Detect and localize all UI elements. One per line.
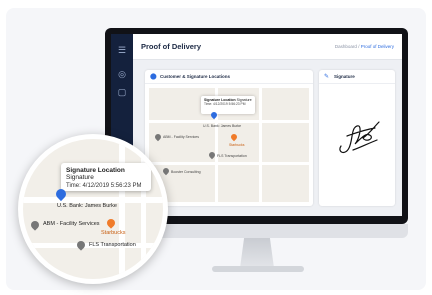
signature-image — [339, 121, 380, 154]
page-title: Proof of Delivery — [141, 42, 202, 51]
signature-panel-header: ✎ Signature — [319, 70, 395, 84]
magnified-poi-starbucks[interactable]: Starbucks — [101, 230, 125, 236]
starbucks-pin-icon — [229, 132, 239, 142]
poi-pin-icon — [29, 219, 41, 231]
monitor-stand-foot — [212, 266, 304, 272]
magnified-poi-customer[interactable]: U.S. Bank: James Burke — [57, 203, 117, 209]
map-magnifier: Signature Location Signature Time: 4/12/… — [18, 134, 168, 284]
breadcrumb-current: Proof of Delivery — [360, 44, 394, 49]
top-bar: Proof of Delivery Dashboard / Proof of D… — [133, 34, 402, 60]
map-popup-small: Signature Location Signature Time: 4/12/… — [201, 96, 255, 114]
document-icon[interactable]: ▢ — [116, 86, 128, 98]
magnified-poi-facility[interactable]: ABM - Facility Services — [43, 221, 100, 227]
poi-pin-icon — [75, 239, 87, 251]
breadcrumb-dashboard[interactable]: Dashboard — [335, 44, 357, 49]
poi-customer[interactable]: U.S. Bank: James Burke — [203, 124, 241, 128]
map-popup-large: Signature Location Signature Time: 4/12/… — [61, 163, 151, 191]
magnified-road — [119, 139, 125, 279]
menu-icon[interactable]: ☰ — [116, 44, 128, 56]
popup-time: Time: 4/12/2019 5:56:23 PM — [204, 102, 246, 106]
breadcrumb-separator: / — [358, 44, 360, 49]
poi-booster[interactable]: Booster Consulting — [171, 170, 201, 174]
poi-facility[interactable]: ABM - Facility Services — [163, 135, 199, 139]
pen-icon: ✎ — [324, 74, 330, 80]
signature-panel: ✎ Signature — [319, 70, 395, 206]
map-road — [149, 120, 309, 123]
poi-pin-icon — [161, 166, 171, 176]
magnified-road — [141, 139, 146, 279]
signature-panel-title: Signature — [334, 74, 355, 79]
breadcrumb: Dashboard / Proof of Delivery — [335, 44, 394, 49]
location-icon[interactable]: ◎ — [116, 68, 128, 80]
map[interactable]: Signature Location Signature Time: 4/12/… — [149, 88, 309, 202]
magnified-popup-title-rest: Signature — [66, 174, 94, 181]
map-pin-icon: ⬤ — [150, 74, 157, 80]
starbucks-pin-icon — [105, 217, 117, 229]
locations-panel-header: ⬤ Customer & Signature Locations — [145, 70, 313, 84]
magnified-poi-fls[interactable]: FLS Transportation — [89, 242, 136, 248]
locations-panel-title: Customer & Signature Locations — [160, 74, 231, 79]
magnified-popup-time: Time: 4/12/2019 5:56:23 PM — [66, 183, 142, 189]
poi-fls[interactable]: FLS Transportation — [217, 154, 247, 158]
map-road — [259, 88, 262, 202]
locations-panel: ⬤ Customer & Signature Locations Signatu… — [145, 70, 313, 206]
monitor-stand-neck — [240, 238, 274, 268]
poi-starbucks[interactable]: Starbucks — [229, 143, 245, 147]
map-road — [149, 162, 309, 165]
magnified-popup-title: Signature Location — [66, 167, 125, 174]
